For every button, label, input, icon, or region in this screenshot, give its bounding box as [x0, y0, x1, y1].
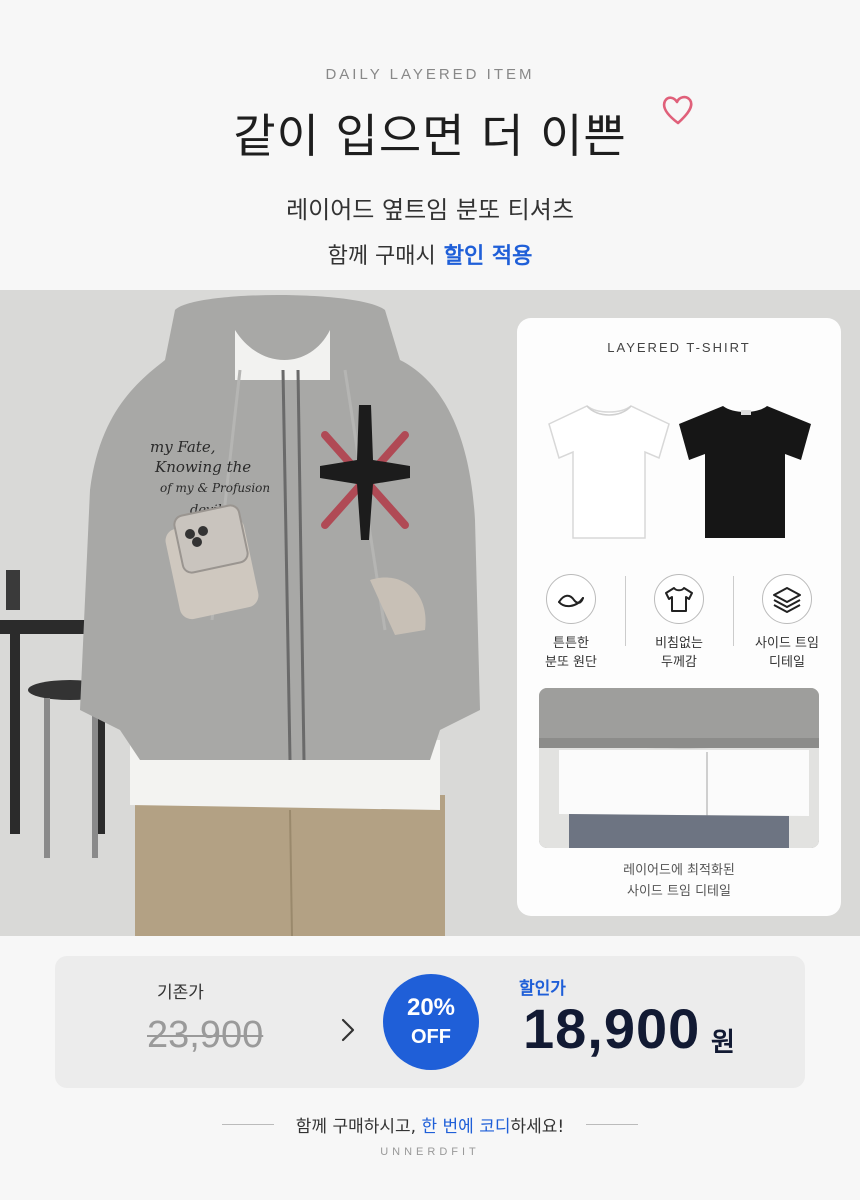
original-price-label: 기존가 [157, 983, 204, 1003]
feature-thickness: 비침없는두께감 [625, 574, 733, 670]
print-line-2: Knowing the [154, 458, 251, 476]
headline: 같이 입으면 더 이쁜 [233, 109, 627, 163]
discount-percent: 20% [406, 994, 456, 1021]
detail-caption-line2: 사이드 트임 디테일 [627, 884, 731, 899]
currency-unit: 원 [711, 1028, 735, 1058]
layered-tshirt-card: LAYERED T-SHIRT 튼튼한 분또 원단 비침없는 두께감 사이드 트… [517, 318, 841, 916]
discount-highlight: 할인 적용 [443, 244, 533, 269]
feature-fabric-line1: 튼튼한 [553, 636, 589, 651]
fabric-icon [546, 574, 596, 624]
feature-thickness-line2: 두께감 [661, 655, 697, 670]
detail-caption-line1: 레이어드에 최적화된 [623, 863, 735, 878]
sale-price: 18,900 [523, 997, 701, 1060]
print-line-3: of my & Profusion [160, 481, 270, 495]
black-tshirt-image [679, 406, 811, 538]
feature-side-slit: 사이드 트임디테일 [733, 574, 841, 670]
discount-prefix: 함께 구매시 [327, 244, 436, 269]
discount-off-label: OFF [411, 1026, 451, 1048]
layers-icon [762, 574, 812, 624]
chevron-right-icon [341, 1018, 355, 1042]
feature-side-slit-line2: 디테일 [769, 655, 805, 670]
feature-list: 튼튼한 분또 원단 비침없는 두께감 사이드 트임 디테일 [517, 574, 841, 670]
tshirt-icon [654, 574, 704, 624]
eyebrow-text: DAILY LAYERED ITEM [325, 66, 535, 83]
footer-prefix: 함께 구매하시고, [295, 1117, 422, 1137]
feature-fabric: 튼튼한분또 원단 [517, 574, 625, 670]
feature-side-slit-line1: 사이드 트임 [755, 636, 819, 651]
print-line-1: my Fate, [150, 438, 215, 456]
feature-thickness-line1: 비침없는 [655, 636, 703, 651]
discount-badge: 20% OFF [383, 974, 479, 1070]
footer-suffix: 하세요! [510, 1117, 565, 1137]
side-slit-detail-photo [539, 688, 819, 848]
brand-name: UNNERDFIT [380, 1146, 480, 1158]
card-title: LAYERED T-SHIRT [607, 340, 751, 355]
discount-notice: 함께 구매시 할인 적용 [0, 238, 860, 270]
white-tshirt-image [548, 405, 670, 539]
heart-icon [662, 95, 693, 125]
price-box: 기존가 23,900 20% OFF 할인가 18,900 원 [55, 956, 805, 1088]
product-photo: my Fate, Knowing the of my & Profusion d… [0, 290, 860, 936]
product-subtitle: 레이어드 옆트임 분또 티셔츠 [286, 196, 574, 224]
detail-caption: 레이어드에 최적화된 사이드 트임 디테일 [517, 860, 841, 902]
footer-highlight: 한 번에 코디 [421, 1117, 511, 1137]
feature-fabric-line2: 분또 원단 [545, 655, 597, 670]
original-price: 23,900 [147, 1014, 264, 1056]
footer-cta: 함께 구매하시고, 한 번에 코디하세요! [0, 1112, 860, 1137]
promo-page: DAILY LAYERED ITEM 같이 입으면 더 이쁜 레이어드 옆트임 … [0, 0, 860, 1200]
